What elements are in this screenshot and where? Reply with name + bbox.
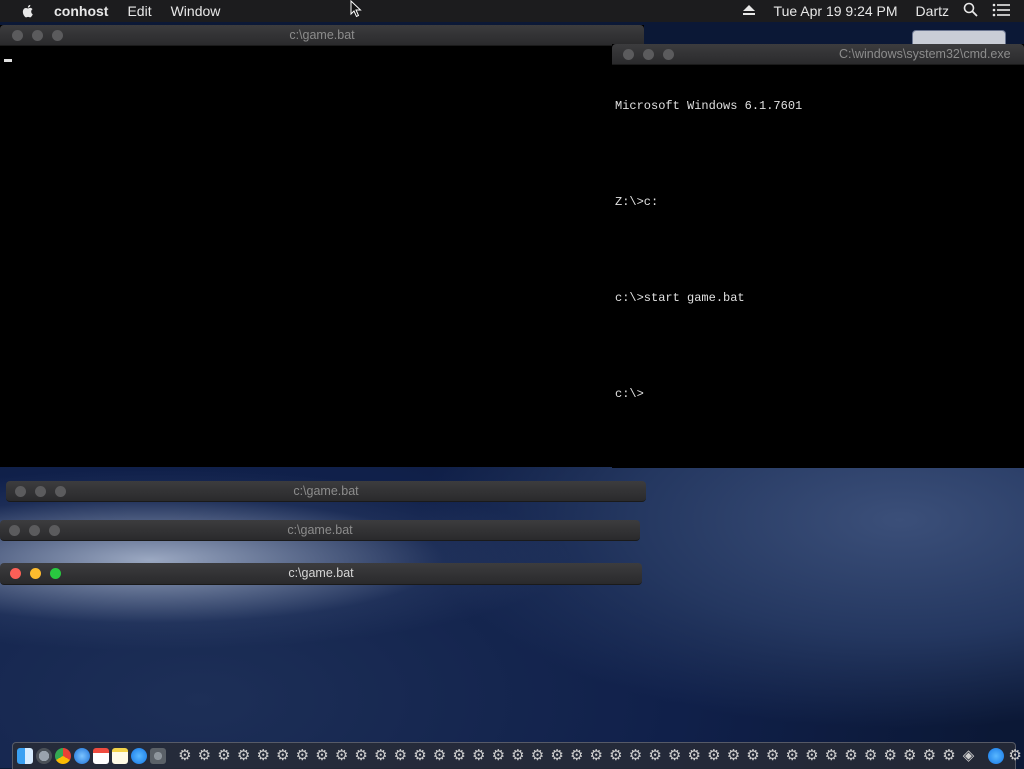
gear-app-icon[interactable]: ⚙	[706, 748, 722, 764]
cmd-line: Z:\>c:	[615, 195, 659, 209]
gear-app-icon[interactable]: ⚙	[275, 748, 291, 764]
eject-icon[interactable]	[742, 3, 756, 19]
gear-app-icon[interactable]: ⚙	[255, 748, 271, 764]
gear-app-icon[interactable]: ⚙	[647, 748, 663, 764]
window-title: c:\game.bat	[287, 523, 353, 537]
gear-app-icon[interactable]: ⚙	[686, 748, 702, 764]
cmd-line: c:\>start game.bat	[615, 291, 745, 305]
system-preferences-icon[interactable]	[149, 748, 166, 764]
mouse-pointer-icon	[350, 0, 362, 18]
close-button[interactable]	[623, 49, 634, 60]
gear-app-icon[interactable]: ⚙	[627, 748, 643, 764]
window-titlebar[interactable]: c:\game.bat	[0, 520, 640, 541]
cmd-line	[615, 146, 802, 162]
minimize-button[interactable]	[643, 49, 654, 60]
gear-app-icon[interactable]: ⚙	[334, 748, 350, 764]
gear-app-icon[interactable]: ⚙	[412, 748, 428, 764]
status-area: Tue Apr 19 9:24 PM Dartz	[742, 0, 1024, 22]
gear-app-icon[interactable]: ⚙	[373, 748, 389, 764]
gear-app-icon[interactable]: ⚙	[941, 748, 957, 764]
user-menu[interactable]: Dartz	[916, 3, 949, 19]
drive-icon[interactable]	[912, 30, 1006, 45]
notes-icon[interactable]	[111, 748, 128, 764]
gear-app-icon[interactable]: ⚙	[667, 748, 683, 764]
gear-app-icon[interactable]: ⚙	[216, 748, 232, 764]
text-cursor	[4, 59, 12, 62]
app-store-icon[interactable]	[987, 748, 1004, 764]
gear-app-icon[interactable]: ⚙	[902, 748, 918, 764]
game-bat-window-main[interactable]: c:\game.bat	[0, 25, 644, 467]
window-titlebar[interactable]: c:\game.bat	[0, 25, 644, 46]
gear-app-icon[interactable]: ⚙	[804, 748, 820, 764]
appstore-downloads-icon[interactable]: ◈	[961, 748, 977, 764]
gear-app-icon[interactable]: ⚙	[569, 748, 585, 764]
dock: ⚙ ⚙ ⚙ ⚙ ⚙ ⚙ ⚙ ⚙ ⚙ ⚙ ⚙ ⚙ ⚙ ⚙ ⚙ ⚙ ⚙ ⚙ ⚙ ⚙ ⚙ ⚙ ⚙ ⚙ ⚙ ⚙ ⚙ ⚙ ⚙ ⚙ ⚙ ⚙ ⚙ ⚙ ⚙ ⚙ ⚙ ⚙ ⚙ ⚙…	[12, 742, 1022, 769]
app-menu-conhost[interactable]: conhost	[54, 3, 108, 19]
game-bat-window-2[interactable]: c:\game.bat	[6, 481, 646, 502]
gear-app-icon[interactable]: ⚙	[490, 748, 506, 764]
gear-app-icon[interactable]: ⚙	[882, 748, 898, 764]
gear-apps: ⚙ ⚙ ⚙ ⚙ ⚙ ⚙ ⚙ ⚙ ⚙ ⚙ ⚙ ⚙ ⚙ ⚙ ⚙ ⚙ ⚙ ⚙ ⚙ ⚙ ⚙ ⚙ ⚙ ⚙ ⚙ ⚙ ⚙ ⚙ ⚙ ⚙ ⚙ ⚙ ⚙ ⚙ ⚙ ⚙ ⚙ ⚙ ⚙ ⚙	[175, 748, 959, 764]
app-store-icon[interactable]	[130, 748, 147, 764]
game-bat-window-3[interactable]: c:\game.bat	[0, 520, 640, 541]
gear-app-icon[interactable]: ⚙	[432, 748, 448, 764]
gear-app-icon[interactable]: ⚙	[765, 748, 781, 764]
gear-app-icon[interactable]: ⚙	[529, 748, 545, 764]
game-bat-window-active[interactable]: c:\game.bat	[0, 563, 642, 585]
window-titlebar[interactable]: c:\game.bat	[6, 481, 646, 502]
gear-app-icon[interactable]: ⚙	[588, 748, 604, 764]
gear-app-icon[interactable]: ⚙	[863, 748, 879, 764]
cmd-line: c:\>	[615, 387, 644, 401]
settings-icon[interactable]: ⚙	[1007, 748, 1023, 764]
gear-app-icon[interactable]: ⚙	[921, 748, 937, 764]
spotlight-search-icon[interactable]	[963, 2, 978, 20]
safari-icon[interactable]	[73, 748, 90, 764]
gear-app-icon[interactable]: ⚙	[196, 748, 212, 764]
gear-app-icon[interactable]: ⚙	[392, 748, 408, 764]
gear-app-icon[interactable]: ⚙	[314, 748, 330, 764]
notification-center-icon[interactable]	[992, 3, 1010, 20]
launchpad-icon[interactable]	[35, 748, 52, 764]
chrome-icon[interactable]	[54, 748, 71, 764]
gear-app-icon[interactable]: ⚙	[843, 748, 859, 764]
gear-app-icon[interactable]: ⚙	[784, 748, 800, 764]
calendar-icon[interactable]	[92, 748, 109, 764]
finder-icon[interactable]	[16, 748, 33, 764]
cmd-output[interactable]: Microsoft Windows 6.1.7601 Z:\>c: c:\>st…	[615, 66, 802, 418]
gear-app-icon[interactable]: ⚙	[236, 748, 252, 764]
gear-app-icon[interactable]: ⚙	[823, 748, 839, 764]
cmd-line	[615, 338, 802, 354]
menu-edit[interactable]: Edit	[127, 3, 151, 19]
window-titlebar[interactable]: c:\game.bat	[0, 563, 642, 585]
menu-bar: conhost Edit Window Tue Apr 19 9:24 PM D…	[0, 0, 1024, 22]
zoom-button[interactable]	[663, 49, 674, 60]
window-titlebar[interactable]: C:\windows\system32\cmd.exe	[612, 44, 1024, 65]
window-title: C:\windows\system32\cmd.exe	[839, 47, 1011, 61]
gear-app-icon[interactable]: ⚙	[608, 748, 624, 764]
gear-app-icon[interactable]: ⚙	[725, 748, 741, 764]
gear-app-icon[interactable]: ⚙	[549, 748, 565, 764]
gear-app-icon[interactable]: ⚙	[353, 748, 369, 764]
cmd-line	[615, 242, 802, 258]
menu-window[interactable]: Window	[171, 3, 221, 19]
window-title: c:\game.bat	[288, 566, 354, 580]
window-title: c:\game.bat	[293, 484, 359, 498]
apple-icon[interactable]	[20, 3, 36, 19]
gear-app-icon[interactable]: ⚙	[451, 748, 467, 764]
gear-app-icon[interactable]: ⚙	[177, 748, 193, 764]
gear-app-icon[interactable]: ⚙	[745, 748, 761, 764]
gear-app-icon[interactable]: ⚙	[510, 748, 526, 764]
window-title: c:\game.bat	[289, 28, 355, 42]
cmd-line: Microsoft Windows 6.1.7601	[615, 99, 803, 113]
gear-app-icon[interactable]: ⚙	[471, 748, 487, 764]
console-area[interactable]	[0, 45, 644, 467]
clock[interactable]: Tue Apr 19 9:24 PM	[774, 3, 898, 19]
gear-app-icon[interactable]: ⚙	[294, 748, 310, 764]
